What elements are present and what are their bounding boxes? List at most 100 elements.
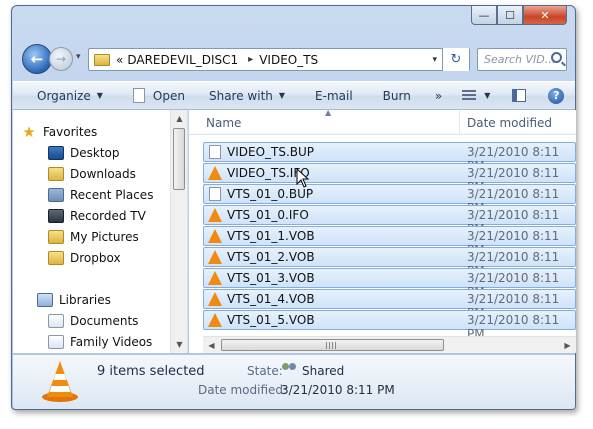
file-row[interactable]: VTS_01_2.VOB 3/21/2010 8:11 PM (203, 247, 576, 278)
nav-item-label: Family Videos (70, 335, 153, 349)
nav-item-recent-places[interactable]: Recent Places (48, 185, 153, 205)
nav-item-recorded-tv[interactable]: Recorded TV (48, 206, 146, 226)
share-with-label: Share with (208, 88, 273, 103)
shared-users-icon (281, 363, 297, 377)
caption-buttons: — ☐ ✕ (471, 6, 567, 26)
file-name: VTS_01_2.VOB (227, 250, 315, 264)
file-name: VTS_01_5.VOB (227, 313, 315, 327)
view-dropdown-chevron-icon[interactable]: ▼ (484, 91, 490, 100)
date-modified-value: 3/21/2010 8:11 PM (281, 383, 395, 397)
breadcrumb-video-ts[interactable]: VIDEO_TS (259, 53, 318, 67)
file-list: ▲ Name Date modified VIDEO_TS.BUP 3/21/2… (189, 110, 576, 353)
file-name: VIDEO_TS.BUP (227, 145, 315, 159)
file-row[interactable]: VTS_01_5.VOB 3/21/2010 8:11 PM (203, 310, 576, 341)
share-with-button[interactable]: Share with ▼ (209, 89, 285, 103)
organize-label: Organize (37, 88, 91, 103)
organize-button[interactable]: Organize ▼ (37, 89, 103, 103)
minimize-button[interactable]: — (471, 6, 497, 25)
nav-item-downloads[interactable]: Downloads (48, 164, 136, 184)
scroll-up-arrow-icon[interactable]: ▲ (171, 110, 187, 127)
nav-item-label: Desktop (70, 146, 120, 160)
file-row[interactable]: VTS_01_0.IFO 3/21/2010 8:11 PM (203, 205, 576, 236)
document-icon (209, 145, 221, 159)
documents-library-icon (48, 314, 64, 328)
burn-label: Burn (382, 88, 411, 103)
column-header-row: ▲ Name Date modified (189, 110, 576, 135)
nav-item-my-pictures[interactable]: My Pictures (48, 227, 139, 247)
scroll-left-arrow-icon[interactable]: ◀ (203, 337, 220, 353)
file-name: VTS_01_0.BUP (227, 187, 314, 201)
close-button[interactable]: ✕ (523, 6, 567, 25)
email-button[interactable]: E-mail (315, 89, 353, 103)
more-commands-button[interactable]: » (435, 89, 442, 103)
search-placeholder: Search VID... (484, 53, 556, 66)
file-name: VTS_01_1.VOB (227, 229, 315, 243)
help-icon[interactable]: ? (548, 87, 565, 104)
file-name: VTS_01_3.VOB (227, 271, 315, 285)
address-overflow[interactable]: « (116, 53, 123, 67)
nav-libraries[interactable]: Libraries (37, 290, 111, 310)
preview-pane-icon[interactable] (512, 89, 527, 102)
more-label: » (434, 88, 443, 103)
scrollbar-thumb[interactable] (221, 339, 444, 351)
scroll-down-arrow-icon[interactable]: ▼ (171, 336, 187, 353)
navpane-scrollbar[interactable]: ▲ ▼ (170, 110, 187, 353)
file-row[interactable]: VTS_01_0.BUP 3/21/2010 8:11 PM (203, 184, 576, 215)
nav-favorites-label: Favorites (43, 125, 98, 139)
libraries-icon (37, 293, 53, 307)
downloads-folder-icon (48, 167, 64, 181)
email-label: E-mail (315, 88, 353, 103)
nav-item-label: Recorded TV (70, 209, 146, 223)
refresh-button[interactable]: ↻ (442, 48, 469, 71)
dropbox-folder-icon (48, 251, 64, 265)
file-row[interactable]: VTS_01_4.VOB 3/21/2010 8:11 PM (203, 289, 576, 320)
recent-places-icon (48, 188, 64, 202)
vlc-icon (208, 271, 222, 285)
horizontal-scrollbar[interactable]: ◀ ▶ (203, 336, 576, 353)
nav-item-label: Dropbox (70, 251, 121, 265)
file-row[interactable]: VIDEO_TS.BUP 3/21/2010 8:11 PM (203, 142, 576, 173)
nav-item-label: Documents (70, 314, 139, 328)
vlc-icon (208, 250, 222, 264)
column-header-date-modified[interactable]: Date modified (467, 116, 552, 130)
document-icon (209, 187, 221, 201)
explorer-window: — ☐ ✕ ← → ▾ « DAREDEVIL_DISC1 ▸ VIDEO_TS… (11, 5, 576, 410)
address-dropdown[interactable]: ▾ (432, 55, 437, 65)
open-button[interactable]: Open (132, 88, 185, 103)
search-input[interactable]: Search VID... (477, 48, 567, 71)
nav-item-dropbox[interactable]: Dropbox (48, 248, 121, 268)
breadcrumb-disc[interactable]: DAREDEVIL_DISC1 (127, 53, 238, 67)
file-name: VTS_01_0.IFO (227, 208, 309, 222)
nav-item-label: Downloads (70, 167, 136, 181)
vlc-icon (208, 229, 222, 243)
search-icon[interactable] (551, 52, 562, 63)
burn-button[interactable]: Burn (383, 89, 411, 103)
nav-item-desktop[interactable]: Desktop (48, 143, 120, 163)
change-view-icon[interactable] (462, 90, 477, 101)
grip-icon (326, 342, 336, 349)
date-modified-label: Date modified: (198, 383, 288, 397)
file-row[interactable]: VTS_01_3.VOB 3/21/2010 8:11 PM (203, 268, 576, 299)
column-divider[interactable] (459, 110, 460, 135)
details-pane: 9 items selected State: Shared Date modi… (13, 354, 575, 409)
nav-favorites[interactable]: ★ Favorites (21, 122, 97, 142)
nav-item-label: My Pictures (70, 230, 139, 244)
maximize-button[interactable]: ☐ (497, 6, 523, 25)
file-row[interactable]: VTS_01_1.VOB 3/21/2010 8:11 PM (203, 226, 576, 257)
back-button[interactable]: ← (22, 44, 52, 74)
nav-item-family-videos[interactable]: Family Videos (48, 332, 152, 352)
column-header-name[interactable]: Name (206, 116, 241, 130)
breadcrumb-separator[interactable]: ▸ (248, 54, 253, 65)
address-bar[interactable]: « DAREDEVIL_DISC1 ▸ VIDEO_TS ▾ (88, 48, 470, 71)
chevron-down-icon: ▼ (278, 91, 286, 100)
file-row[interactable]: VIDEO_TS.IFO 3/21/2010 8:11 PM (203, 163, 576, 194)
recent-pages-dropdown[interactable]: ▾ (76, 52, 81, 62)
vlc-icon (208, 166, 222, 180)
scroll-right-arrow-icon[interactable]: ▶ (559, 337, 576, 353)
vlc-cone-icon (42, 361, 78, 402)
scrollbar-thumb[interactable] (173, 128, 185, 190)
document-icon (132, 88, 145, 103)
file-name: VTS_01_4.VOB (227, 292, 315, 306)
nav-item-documents[interactable]: Documents (48, 311, 138, 331)
forward-button[interactable]: → (49, 47, 73, 71)
